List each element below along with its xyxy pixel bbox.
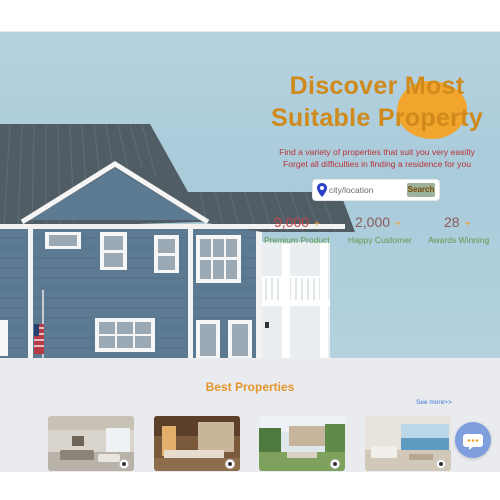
chat-bubble-icon	[463, 434, 483, 450]
hero-title-line1: Discover Most	[289, 72, 465, 100]
see-more-link[interactable]: See more>>	[416, 399, 452, 406]
property-card-living-room[interactable]	[48, 416, 134, 471]
hero-subtitle-line1: Find a variety of properties that suit y…	[279, 147, 475, 157]
property-card-kitchen[interactable]	[154, 416, 240, 471]
stat-value-text: 9,000	[274, 214, 310, 230]
hero-subtitle-line2: Forget all difficulties in finding a res…	[282, 159, 472, 169]
location-search-input[interactable]	[329, 182, 415, 198]
stat-awards-winning-label: Awards Winning	[428, 235, 490, 245]
best-properties-title: Best Properties	[205, 380, 295, 394]
stat-plus: +	[314, 219, 320, 230]
property-card-oceanview[interactable]	[365, 416, 451, 471]
stat-happy-customer-label: Happy Customer	[348, 235, 412, 245]
card-favorite-dot[interactable]	[120, 460, 128, 468]
card-favorite-dot[interactable]	[331, 460, 339, 468]
hero-title-line2: Suitable Property	[270, 104, 484, 132]
map-pin-icon	[317, 183, 327, 197]
stat-value-text: 2,000	[355, 214, 391, 230]
property-card-courtyard[interactable]	[259, 416, 345, 471]
stat-plus: +	[464, 219, 471, 230]
card-favorite-dot[interactable]	[437, 460, 445, 468]
browser-top-strip	[0, 0, 500, 32]
stat-awards-winning-value: 28 +	[444, 214, 470, 230]
search-button[interactable]: Search	[407, 183, 435, 197]
stat-value-text: 28	[444, 214, 460, 230]
stat-premium-product-label: Premium Product	[264, 235, 330, 245]
card-favorite-dot[interactable]	[226, 460, 234, 468]
stat-premium-product-value: 9,000 +	[274, 214, 320, 230]
stat-happy-customer-value: 2,000 +	[355, 214, 401, 230]
page-bottom-strip	[0, 472, 500, 500]
stat-plus: +	[395, 219, 401, 230]
chat-button[interactable]	[455, 422, 491, 458]
